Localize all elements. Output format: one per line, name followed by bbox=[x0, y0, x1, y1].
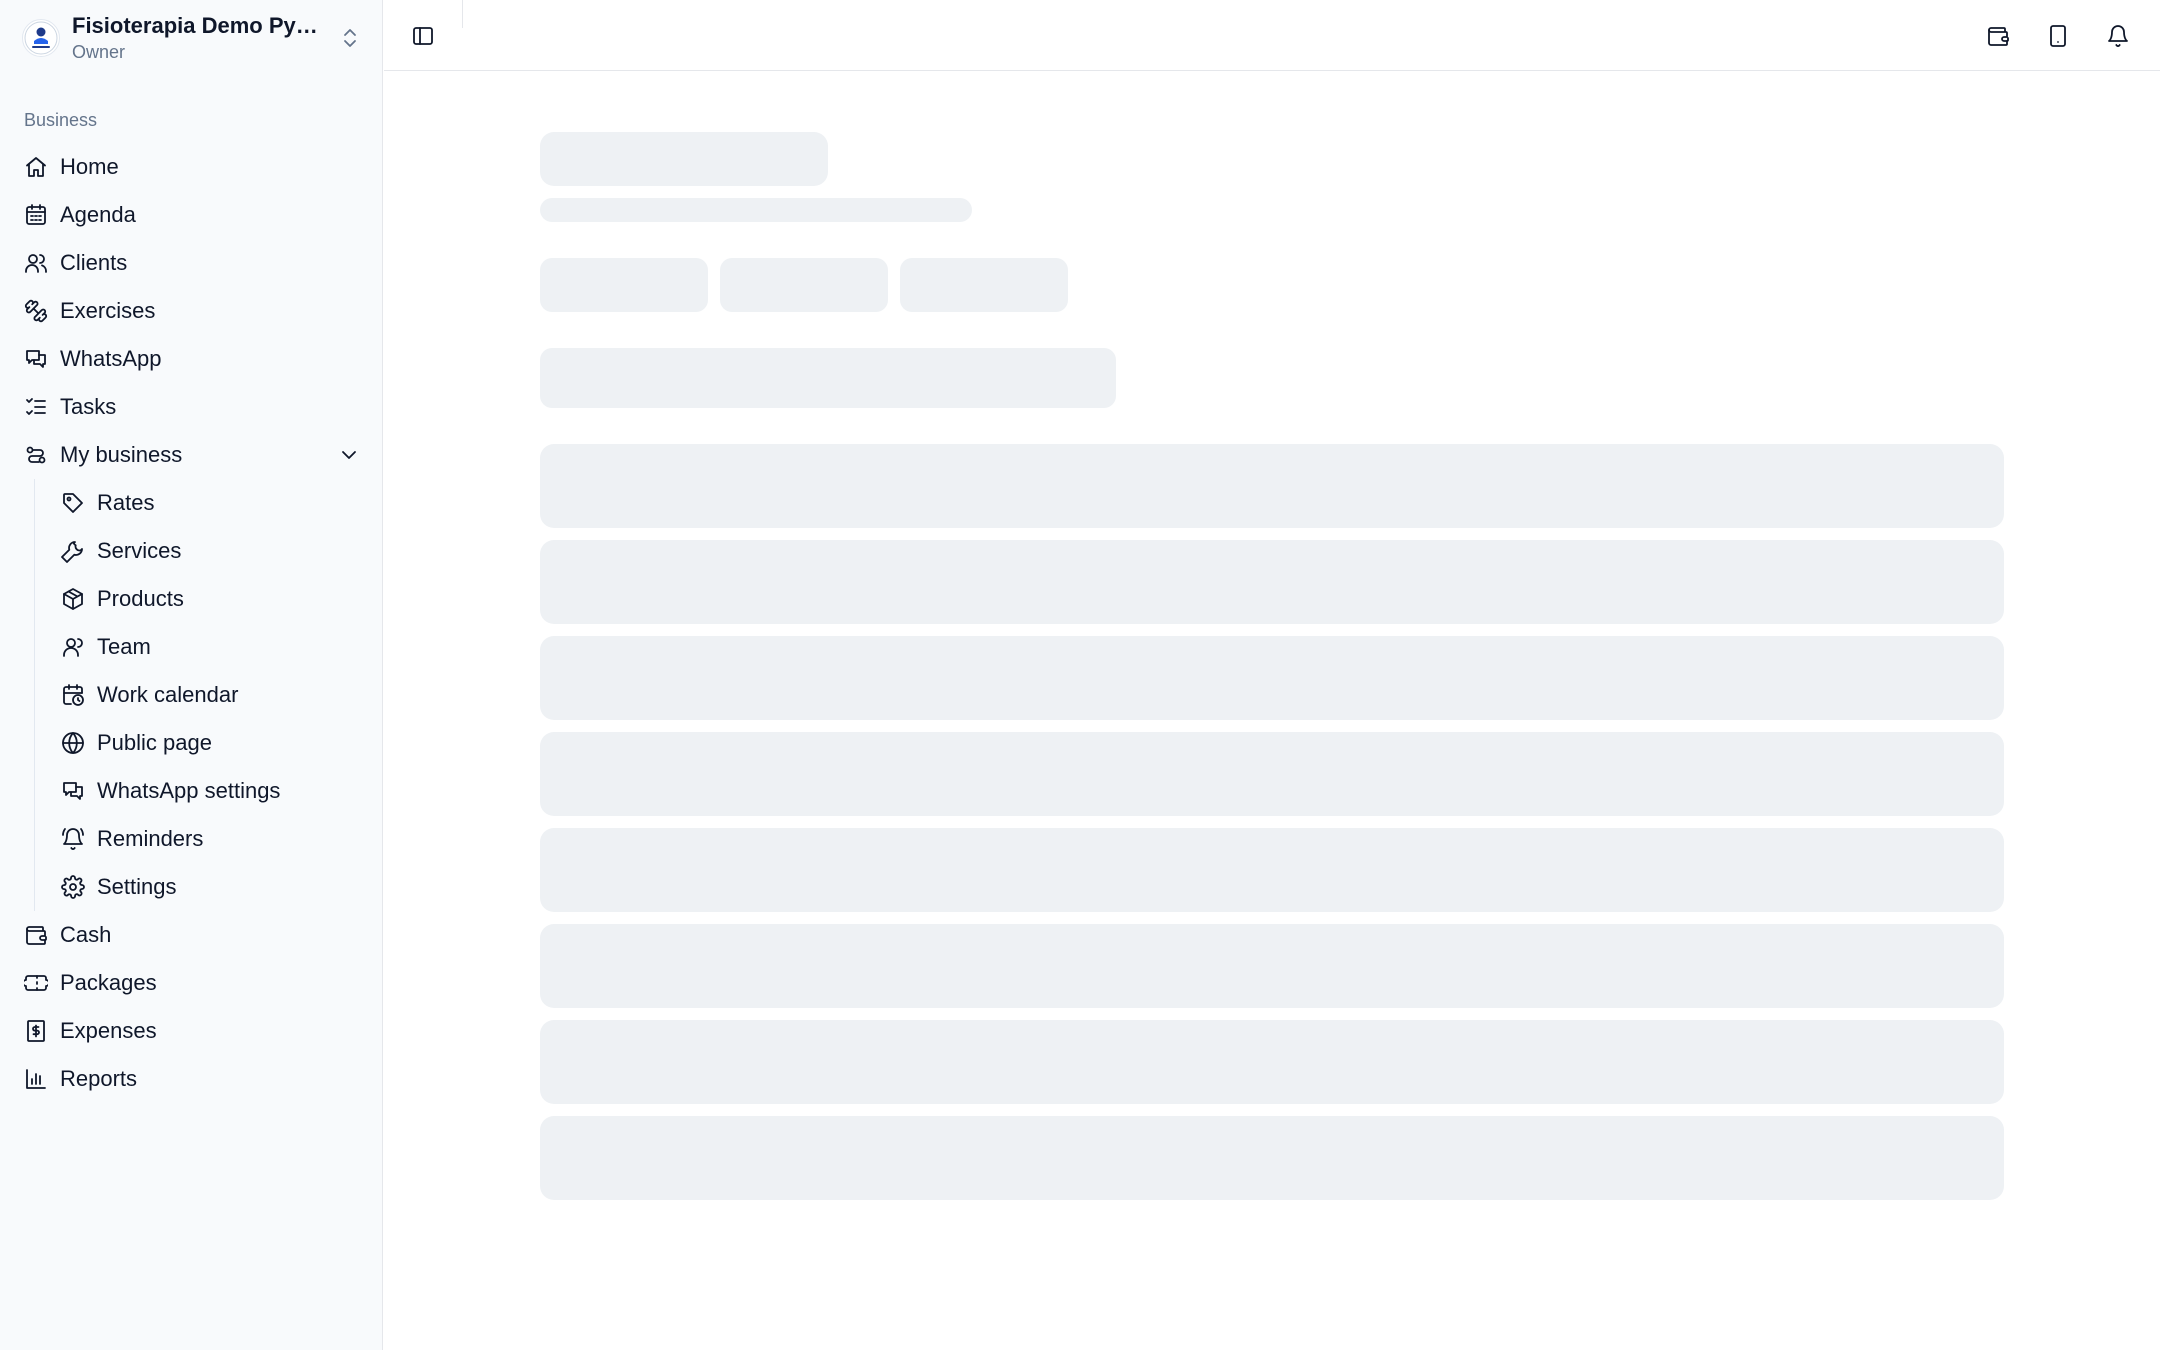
top-bar bbox=[384, 0, 2160, 71]
sidebar-item-label: Agenda bbox=[60, 202, 136, 227]
cash-shortcut-button[interactable] bbox=[1978, 16, 2018, 56]
sidebar-item-label: Exercises bbox=[60, 298, 156, 323]
sidebar-item-label: WhatsApp settings bbox=[97, 778, 281, 803]
sidebar-item-settings[interactable]: Settings bbox=[0, 863, 383, 911]
clinic-logo-icon bbox=[22, 19, 60, 57]
sidebar-item-tasks[interactable]: Tasks bbox=[0, 383, 383, 431]
sidebar-item-label: My business bbox=[60, 442, 183, 467]
skeleton-tab bbox=[540, 258, 708, 312]
sidebar-item-label: Services bbox=[97, 538, 182, 563]
bell-ring-icon bbox=[62, 828, 84, 850]
sidebar-item-exercises[interactable]: Exercises bbox=[0, 287, 383, 335]
skeleton-tab bbox=[720, 258, 888, 312]
sidebar-item-label: Cash bbox=[60, 922, 112, 947]
users-icon bbox=[25, 254, 47, 273]
skeleton-row bbox=[540, 828, 2004, 912]
sidebar-item-whatsapp[interactable]: WhatsApp bbox=[0, 335, 383, 383]
chevrons-up-down-icon bbox=[344, 29, 356, 47]
calendar-clock-icon bbox=[63, 684, 84, 706]
wallet-icon bbox=[1988, 27, 2009, 46]
dumbbell-icon bbox=[24, 299, 48, 323]
notifications-button[interactable] bbox=[2098, 16, 2138, 56]
skeleton-row bbox=[540, 1020, 2004, 1104]
sidebar-group-label: Business bbox=[24, 110, 98, 130]
bell-icon bbox=[2108, 25, 2128, 47]
gear-icon bbox=[61, 875, 85, 899]
tag-icon bbox=[63, 493, 83, 513]
sidebar-item-rates[interactable]: Rates bbox=[0, 479, 383, 527]
list-checks-icon bbox=[26, 398, 46, 415]
chevron-down-icon[interactable] bbox=[337, 443, 361, 467]
skeleton-row bbox=[540, 444, 2004, 528]
sidebar-item-home[interactable]: Home bbox=[0, 143, 383, 191]
my-business-submenu: Rates Services Products Team Work calend… bbox=[0, 479, 383, 911]
sidebar-item-team[interactable]: Team bbox=[0, 623, 383, 671]
chat-icon bbox=[63, 782, 83, 800]
sidebar-item-public-page[interactable]: Public page bbox=[0, 719, 383, 767]
route-icon bbox=[26, 446, 46, 464]
workspace-role: Owner bbox=[72, 42, 126, 62]
sidebar-toggle-icon bbox=[413, 27, 433, 45]
bar-chart-icon bbox=[26, 1069, 46, 1089]
sidebar-item-label: Clients bbox=[60, 250, 128, 275]
wallet-icon bbox=[26, 926, 47, 945]
sidebar-toggle-button[interactable] bbox=[403, 16, 443, 56]
sidebar-item-label: Work calendar bbox=[97, 682, 239, 707]
sidebar-item-expenses[interactable]: Expenses bbox=[0, 1007, 383, 1055]
sidebar-item-work-calendar[interactable]: Work calendar bbox=[0, 671, 383, 719]
skeleton-row bbox=[540, 540, 2004, 624]
receipt-icon bbox=[27, 1020, 45, 1042]
sidebar-item-label: Public page bbox=[97, 730, 212, 755]
sidebar-item-label: Reports bbox=[60, 1066, 138, 1091]
sidebar-item-services[interactable]: Services bbox=[0, 527, 383, 575]
user-icon bbox=[63, 638, 83, 657]
skeleton-tab bbox=[900, 258, 1068, 312]
sidebar-item-label: WhatsApp bbox=[60, 346, 162, 371]
globe-icon bbox=[62, 732, 84, 754]
sidebar-item-packages[interactable]: Packages bbox=[0, 959, 383, 1007]
ticket-icon bbox=[24, 975, 48, 991]
tablet-mode-button[interactable] bbox=[2038, 16, 2078, 56]
sidebar-item-label: Settings bbox=[97, 874, 177, 899]
wrench-icon bbox=[61, 541, 83, 563]
sidebar-item-agenda[interactable]: Agenda bbox=[0, 191, 383, 239]
workspace-switcher[interactable]: Fisioterapia Demo Pym... Owner bbox=[22, 13, 362, 62]
sidebar-item-reminders[interactable]: Reminders bbox=[0, 815, 383, 863]
sidebar-item-reports[interactable]: Reports bbox=[0, 1055, 383, 1103]
sidebar-item-products[interactable]: Products bbox=[0, 575, 383, 623]
topbar-divider bbox=[462, 0, 463, 28]
workspace-name: Fisioterapia Demo Pym... bbox=[72, 13, 324, 38]
skeleton-subtitle bbox=[540, 198, 972, 222]
sidebar-nav: Home Agenda Clients Exercises WhatsApp T… bbox=[0, 143, 383, 1103]
skeleton-title bbox=[540, 132, 828, 186]
sidebar-item-label: Packages bbox=[60, 970, 157, 995]
package-icon bbox=[63, 588, 83, 610]
sidebar-item-label: Products bbox=[97, 586, 184, 611]
skeleton-row bbox=[540, 1116, 2004, 1200]
sidebar: Fisioterapia Demo Pym... Owner Business … bbox=[0, 0, 383, 1350]
sidebar-item-whatsapp-settings[interactable]: WhatsApp settings bbox=[0, 767, 383, 815]
skeleton-row bbox=[540, 732, 2004, 816]
sidebar-item-cash[interactable]: Cash bbox=[0, 911, 383, 959]
calendar-icon bbox=[26, 204, 46, 225]
skeleton-row bbox=[540, 924, 2004, 1008]
home-icon bbox=[26, 157, 46, 177]
sidebar-item-label: Expenses bbox=[60, 1018, 157, 1043]
sidebar-item-label: Rates bbox=[97, 490, 155, 515]
sidebar-item-clients[interactable]: Clients bbox=[0, 239, 383, 287]
chat-icon bbox=[26, 350, 46, 368]
skeleton-row bbox=[540, 636, 2004, 720]
sidebar-item-my-business[interactable]: My business bbox=[0, 431, 383, 479]
tablet-icon bbox=[2050, 25, 2066, 47]
skeleton-search bbox=[540, 348, 1116, 408]
sidebar-item-label: Reminders bbox=[97, 826, 204, 851]
sidebar-item-label: Home bbox=[60, 154, 119, 179]
sidebar-item-label: Team bbox=[97, 634, 151, 659]
sidebar-item-label: Tasks bbox=[60, 394, 117, 419]
